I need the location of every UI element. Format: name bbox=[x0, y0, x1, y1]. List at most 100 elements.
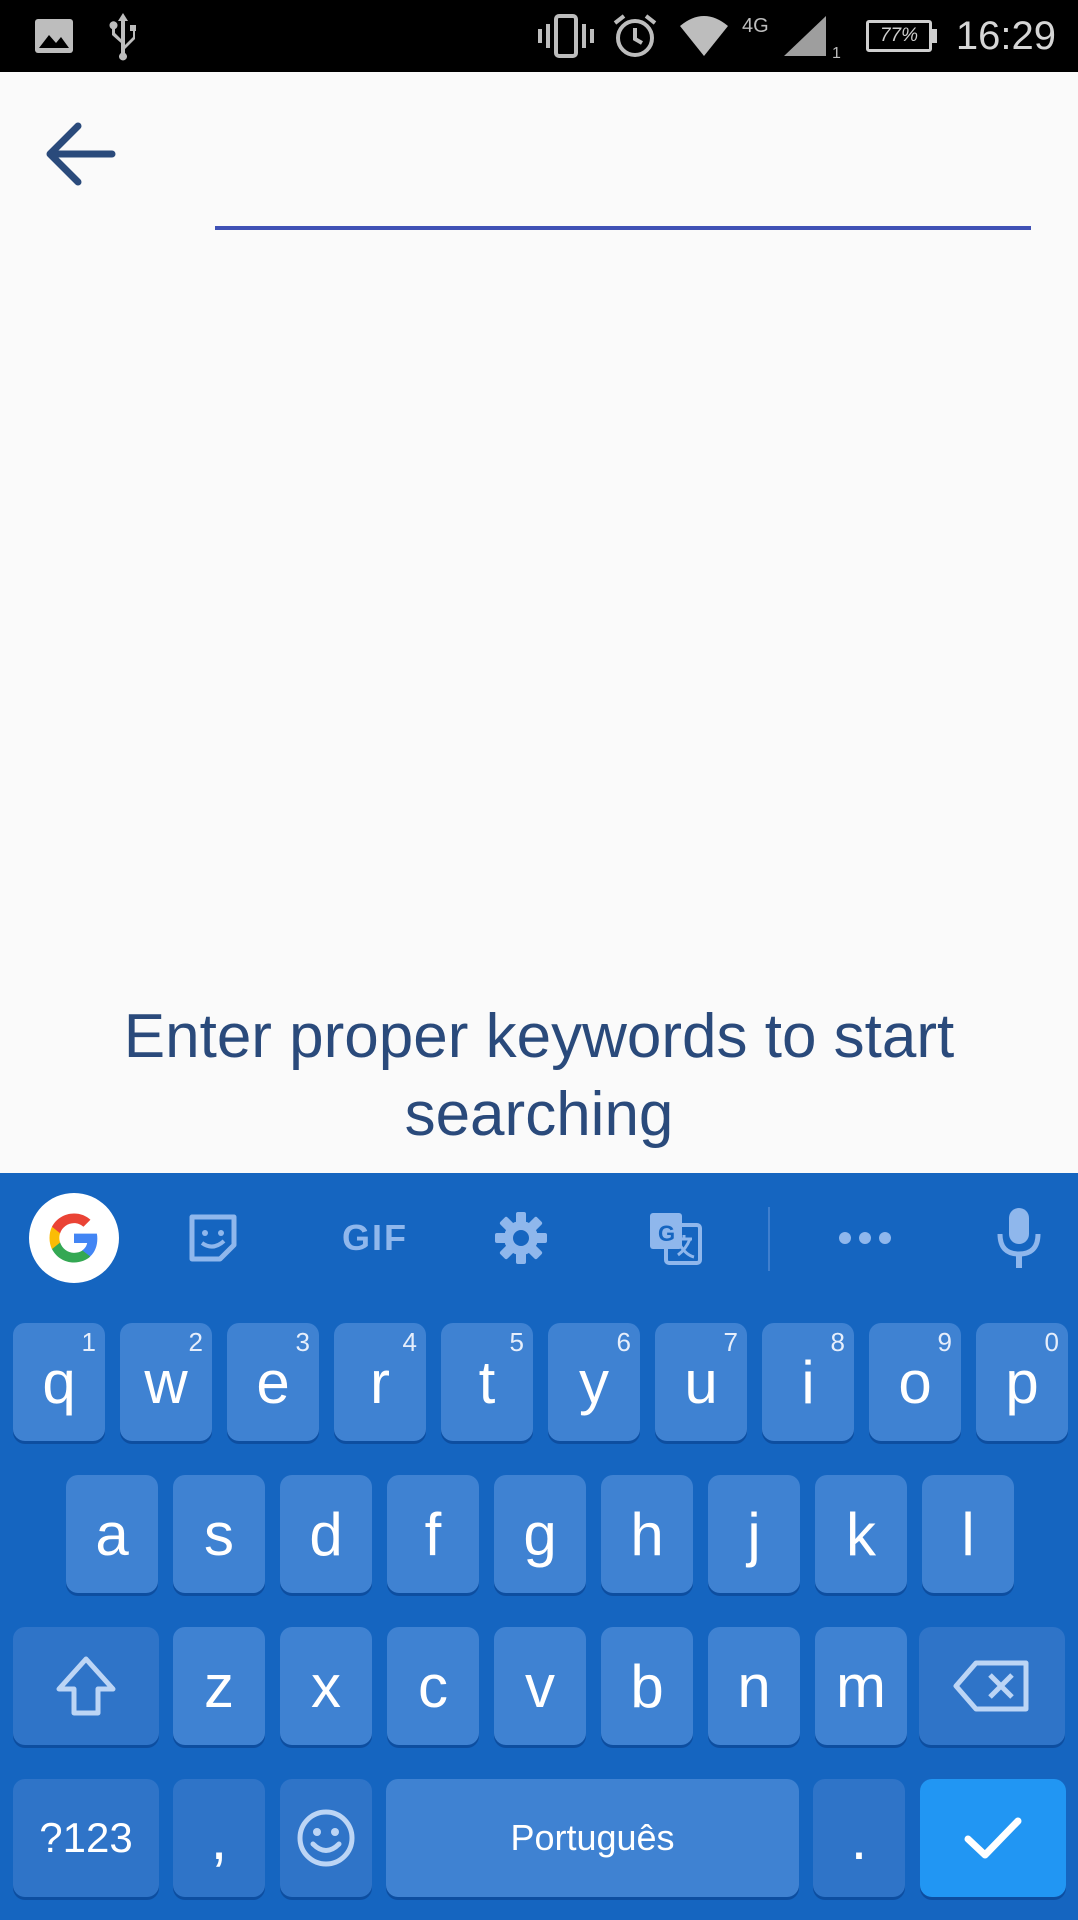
key-q-label: q bbox=[42, 1348, 76, 1416]
key-w-label: w bbox=[144, 1348, 188, 1416]
emoji-key[interactable] bbox=[280, 1779, 372, 1897]
key-s[interactable]: s bbox=[173, 1475, 265, 1593]
space-key-label: Português bbox=[510, 1817, 675, 1858]
key-k-label: k bbox=[846, 1500, 876, 1568]
period-key-label: . bbox=[850, 1804, 868, 1872]
key-i-hint: 8 bbox=[830, 1327, 845, 1357]
key-e-hint: 3 bbox=[295, 1327, 310, 1357]
key-p-hint: 0 bbox=[1044, 1327, 1059, 1357]
backspace-icon bbox=[953, 1660, 1029, 1712]
soft-keyboard: GIF G q 1 w 2 e 3 r 4 t 5 y 6 u 7 i 8 o … bbox=[0, 1173, 1078, 1920]
key-x[interactable]: x bbox=[280, 1627, 372, 1745]
key-v-label: v bbox=[525, 1652, 555, 1720]
key-r-label: r bbox=[370, 1348, 390, 1416]
key-x-label: x bbox=[311, 1652, 341, 1720]
key-y[interactable]: y6 bbox=[548, 1323, 640, 1441]
key-l[interactable]: l bbox=[922, 1475, 1014, 1593]
arrow-left-icon bbox=[46, 122, 116, 186]
key-y-label: y bbox=[579, 1348, 609, 1416]
signal-icon bbox=[782, 0, 830, 72]
gif-label: GIF bbox=[342, 1217, 408, 1258]
key-i[interactable]: i8 bbox=[762, 1323, 854, 1441]
key-z[interactable]: z bbox=[173, 1627, 265, 1745]
key-w[interactable]: w2 bbox=[120, 1323, 212, 1441]
sticker-icon bbox=[189, 1214, 237, 1262]
back-button[interactable] bbox=[36, 110, 124, 198]
image-icon bbox=[34, 0, 74, 72]
key-l-label: l bbox=[961, 1500, 975, 1568]
key-r-hint: 4 bbox=[402, 1327, 417, 1357]
key-u[interactable]: u7 bbox=[655, 1323, 747, 1441]
key-t[interactable]: t5 bbox=[441, 1323, 533, 1441]
key-f-label: f bbox=[424, 1500, 442, 1568]
google-search-button[interactable] bbox=[29, 1193, 119, 1283]
voice-input-button[interactable] bbox=[974, 1193, 1064, 1283]
comma-key[interactable]: , bbox=[173, 1779, 265, 1897]
key-m[interactable]: m bbox=[815, 1627, 907, 1745]
shift-key[interactable] bbox=[13, 1627, 159, 1745]
key-c[interactable]: c bbox=[387, 1627, 479, 1745]
key-j[interactable]: j bbox=[708, 1475, 800, 1593]
key-n[interactable]: n bbox=[708, 1627, 800, 1745]
key-o[interactable]: o9 bbox=[869, 1323, 961, 1441]
settings-button[interactable] bbox=[476, 1193, 566, 1283]
keyboard-toolbar: GIF G bbox=[0, 1173, 1078, 1303]
usb-icon bbox=[106, 0, 140, 72]
backspace-key[interactable] bbox=[919, 1627, 1065, 1745]
key-v[interactable]: v bbox=[494, 1627, 586, 1745]
sticker-button[interactable] bbox=[168, 1193, 258, 1283]
key-j-label: j bbox=[747, 1500, 761, 1568]
check-icon bbox=[964, 1817, 1022, 1859]
translate-icon: G bbox=[650, 1213, 702, 1265]
period-key[interactable]: . bbox=[813, 1779, 905, 1897]
key-c-label: c bbox=[418, 1652, 448, 1720]
key-f[interactable]: f bbox=[387, 1475, 479, 1593]
search-input[interactable] bbox=[215, 150, 1031, 230]
key-g[interactable]: g bbox=[494, 1475, 586, 1593]
symbols-key[interactable]: ?123 bbox=[13, 1779, 159, 1897]
alarm-icon bbox=[612, 0, 658, 72]
key-q[interactable]: q1 bbox=[13, 1323, 105, 1441]
gif-button[interactable]: GIF bbox=[320, 1193, 430, 1283]
space-key[interactable]: Português bbox=[386, 1779, 799, 1897]
key-r[interactable]: r4 bbox=[334, 1323, 426, 1441]
key-s-label: s bbox=[204, 1500, 234, 1568]
key-w-hint: 2 bbox=[188, 1327, 203, 1357]
key-u-hint: 7 bbox=[723, 1327, 738, 1357]
key-o-label: o bbox=[898, 1348, 932, 1416]
key-d-label: d bbox=[309, 1500, 343, 1568]
svg-text:G: G bbox=[658, 1221, 675, 1246]
key-b[interactable]: b bbox=[601, 1627, 693, 1745]
status-time: 16:29 bbox=[955, 13, 1056, 58]
network-type: 4G bbox=[742, 14, 769, 37]
key-k[interactable]: k bbox=[815, 1475, 907, 1593]
enter-key[interactable] bbox=[920, 1779, 1066, 1897]
key-o-hint: 9 bbox=[937, 1327, 952, 1357]
key-h[interactable]: h bbox=[601, 1475, 693, 1593]
empty-state-message: Enter proper keywords to start searching bbox=[123, 1002, 955, 1149]
battery-icon: 77% bbox=[866, 0, 937, 72]
translate-button[interactable]: G bbox=[630, 1193, 720, 1283]
more-horizontal-icon bbox=[839, 1232, 891, 1244]
key-e-label: e bbox=[256, 1348, 290, 1416]
key-p[interactable]: p0 bbox=[976, 1323, 1068, 1441]
key-d[interactable]: d bbox=[280, 1475, 372, 1593]
toolbar-divider bbox=[768, 1207, 770, 1271]
key-p-label: p bbox=[1005, 1348, 1039, 1416]
key-n-label: n bbox=[737, 1652, 771, 1720]
gear-icon bbox=[495, 1212, 547, 1264]
key-y-hint: 6 bbox=[616, 1327, 631, 1357]
more-button[interactable] bbox=[820, 1193, 910, 1283]
key-e[interactable]: e3 bbox=[227, 1323, 319, 1441]
sim-slot: 1 bbox=[832, 45, 841, 62]
key-a[interactable]: a bbox=[66, 1475, 158, 1593]
key-t-hint: 5 bbox=[509, 1327, 524, 1357]
comma-key-label: , bbox=[210, 1804, 228, 1872]
symbols-key-label: ?123 bbox=[39, 1814, 133, 1861]
key-z-label: z bbox=[204, 1652, 234, 1720]
microphone-icon bbox=[997, 1208, 1041, 1268]
key-a-label: a bbox=[95, 1500, 129, 1568]
key-t-label: t bbox=[478, 1348, 496, 1416]
key-q-hint: 1 bbox=[81, 1327, 96, 1357]
key-b-label: b bbox=[630, 1652, 664, 1720]
